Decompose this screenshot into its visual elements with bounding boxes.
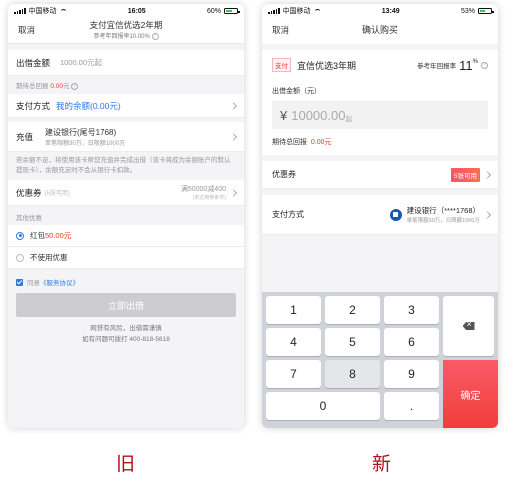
amount-row[interactable]: 出借金额 1000.00元起 [8, 50, 244, 76]
coupon-row[interactable]: 优惠券 (5张可用) 满50000减400 (未达用券条件) [8, 180, 244, 206]
carrier: 中国移动 [28, 8, 57, 15]
battery-percent: 60% [206, 7, 221, 15]
bank-logo-icon [389, 208, 402, 221]
payment-value: 我的余额(0.00元) [56, 100, 121, 111]
battery-icon [223, 8, 240, 14]
order-card: 支付 宜信优选3年期 参考年回报率 11 % ? 出借金额（元） ¥ 10000… [262, 50, 498, 155]
radio-icon[interactable] [16, 253, 24, 262]
key-1[interactable]: 1 [266, 296, 321, 324]
expected-return: 期待总回报 0.00元 ? [8, 76, 244, 94]
coupon-count: (5张可用) [44, 191, 70, 197]
help-icon[interactable]: ? [71, 82, 79, 90]
amount-label: 出借金额（元） [272, 88, 321, 95]
submit-button[interactable]: 立即出借 [16, 293, 236, 317]
coupon-label: 优惠券 [272, 170, 296, 179]
amount-input[interactable]: 1000.00元起 [60, 57, 102, 68]
key-2[interactable]: 2 [325, 296, 380, 324]
confirm-button[interactable]: 确定 [443, 360, 498, 428]
old-screen: 中国移动 16:05 60% 取消 支付宜信优选2年期 参考年回报率10.00%… [8, 4, 244, 428]
backspace-key[interactable] [443, 296, 494, 356]
wifi-icon [59, 8, 67, 14]
clock: 13:49 [381, 7, 400, 15]
risk-notice: 网贷有风险，出借需谨慎 [90, 325, 162, 332]
checkbox-icon[interactable] [16, 278, 23, 286]
caption-old: 旧 [116, 453, 136, 475]
product-row: 支付 宜信优选3年期 参考年回报率 11 % ? [262, 50, 498, 80]
key-6[interactable]: 6 [384, 328, 439, 356]
service-agreement-link[interactable]: 《服务协议》 [40, 277, 79, 287]
key-9[interactable]: 9 [384, 360, 439, 388]
coupon-row[interactable]: 优惠券 5张可用 [262, 161, 498, 189]
page-subtitle: 参考年回报率10.00% ? [90, 31, 163, 40]
hotline: 如有问题可拨打 400-818-5618 [82, 336, 170, 343]
rate-unit: % [472, 59, 478, 65]
bank-limit: 单笔限额30万，日限额1000万 [406, 218, 480, 224]
coupon-label: 优惠券 [16, 187, 42, 198]
redpacket-option[interactable]: 红包50.00元 [8, 225, 244, 247]
key-5[interactable]: 5 [325, 328, 380, 356]
payment-method-row[interactable]: 支付方式 我的余额(0.00元) [8, 94, 244, 118]
help-icon[interactable]: ? [481, 61, 488, 69]
page-title: 支付宜信优选2年期 [89, 20, 163, 31]
status-bar: 中国移动 13:49 53% [262, 4, 498, 18]
chevron-right-icon [229, 101, 238, 110]
status-bar: 中国移动 16:05 60% [8, 4, 244, 18]
signal-icon [268, 8, 280, 14]
backspace-icon [462, 322, 475, 330]
bank-name: 建设银行(尾号1768) [45, 127, 117, 137]
other-discount-label: 其他优惠 [16, 215, 42, 222]
product-name: 宜信优选3年期 [297, 60, 357, 71]
recharge-row[interactable]: 充值 建设银行(尾号1768) 单笔限额30万，日限额1000万 [8, 122, 244, 152]
rate-label: 参考年回报率 [417, 63, 457, 70]
key-dot[interactable]: . [384, 392, 439, 420]
chevron-right-icon [483, 210, 492, 219]
recharge-notice: 若余额不足，将使用该卡帮您充值并完成出借（该卡将成为余额账户的默认提现卡），余额… [16, 157, 231, 174]
cancel-button[interactable]: 取消 [272, 24, 289, 36]
caption-new: 新 [372, 453, 392, 475]
coupon-note: (未达用券条件) [192, 195, 226, 201]
chevron-right-icon [483, 170, 492, 179]
radio-selected-icon[interactable] [16, 231, 24, 240]
payment-method-row[interactable]: 支付方式 建设银行（****1768） 单笔限额30万，日限额1000万 [262, 195, 498, 235]
key-3[interactable]: 3 [384, 296, 439, 324]
wifi-icon [313, 8, 321, 14]
key-7[interactable]: 7 [266, 360, 321, 388]
nav-bar: 取消 确认购买 [262, 18, 498, 44]
expected-return: 期待总回报 0.00元 [272, 139, 332, 146]
amount-input[interactable]: ¥ 10000.00 起 [272, 101, 488, 129]
agreement: 同意 《服务协议》 [8, 269, 244, 287]
no-discount-option[interactable]: 不使用优惠 [8, 247, 244, 269]
amount-label: 出借金额 [16, 57, 51, 68]
payment-label: 支付方式 [16, 100, 51, 111]
signal-icon [14, 8, 26, 14]
help-icon[interactable]: ? [151, 32, 159, 40]
key-8[interactable]: 8 [325, 360, 380, 388]
chevron-right-icon [229, 132, 238, 141]
key-0[interactable]: 0 [266, 392, 380, 420]
bank-limit: 单笔限额30万，日限额1000万 [45, 140, 126, 147]
battery-percent: 53% [460, 7, 475, 15]
payment-label: 支付方式 [272, 210, 304, 219]
battery-icon [477, 8, 494, 14]
rate-value: 11 [459, 57, 473, 73]
clock: 16:05 [127, 7, 146, 15]
coupon-badge: 5张可用 [450, 167, 480, 182]
bank-name: 建设银行（****1768） [406, 206, 480, 215]
page-title: 确认购买 [361, 25, 398, 36]
key-4[interactable]: 4 [266, 328, 321, 356]
chevron-right-icon [229, 188, 238, 197]
carrier: 中国移动 [282, 8, 311, 15]
recharge-label: 充值 [16, 131, 34, 142]
pay-tag: 支付 [272, 58, 291, 72]
new-screen: 中国移动 13:49 53% 取消 确认购买 支付 宜信优选3年期 参考年回报率… [262, 4, 498, 428]
numeric-keypad: 1 2 3 4 5 6 7 8 9 0 . 确定 [262, 292, 498, 428]
coupon-value: 满50000减400 [180, 186, 226, 193]
nav-bar: 取消 支付宜信优选2年期 参考年回报率10.00% ? [8, 18, 244, 44]
cancel-button[interactable]: 取消 [18, 24, 35, 36]
